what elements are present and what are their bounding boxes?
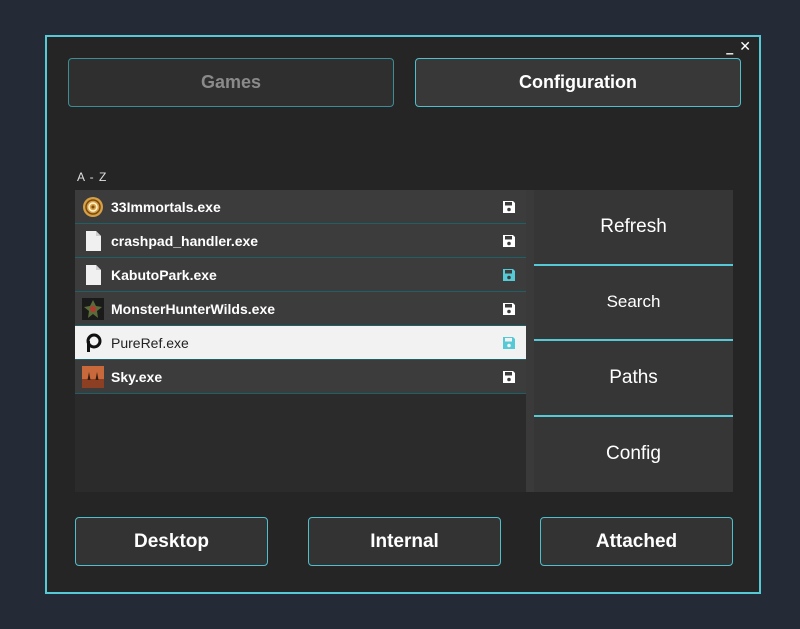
sky-app-icon <box>82 365 104 388</box>
pureref-app-icon <box>82 332 104 354</box>
app-window: _ ✕ Games Configuration A - Z 33Immortal… <box>45 35 761 594</box>
immortals-app-icon <box>82 196 104 218</box>
attached-button[interactable]: Attached <box>540 517 733 566</box>
file-name: MonsterHunterWilds.exe <box>111 300 276 317</box>
save-icon[interactable] <box>502 200 516 214</box>
file-name: 33Immortals.exe <box>111 198 221 215</box>
save-icon[interactable] <box>502 268 516 282</box>
close-button[interactable]: ✕ <box>739 40 751 54</box>
window-controls: _ ✕ <box>726 40 751 54</box>
tab-games[interactable]: Games <box>68 58 394 107</box>
file-row-crashpad[interactable]: crashpad_handler.exe <box>75 224 526 258</box>
save-icon[interactable] <box>502 370 516 384</box>
file-name: crashpad_handler.exe <box>111 232 259 249</box>
desktop-button[interactable]: Desktop <box>75 517 268 566</box>
internal-button[interactable]: Internal <box>308 517 501 566</box>
sort-label[interactable]: A - Z <box>77 170 107 184</box>
file-name: Sky.exe <box>111 368 163 385</box>
side-actions: Refresh Search Paths Config <box>526 190 733 492</box>
minimize-button[interactable]: _ <box>726 40 733 54</box>
file-name: KabutoPark.exe <box>111 266 217 283</box>
refresh-button[interactable]: Refresh <box>534 190 733 266</box>
file-row-monsterhunterwilds[interactable]: MonsterHunterWilds.exe <box>75 292 526 326</box>
file-row-sky[interactable]: Sky.exe <box>75 360 526 394</box>
file-name: PureRef.exe <box>111 334 189 351</box>
file-row-pureref[interactable]: PureRef.exe <box>75 326 526 360</box>
tab-configuration[interactable]: Configuration <box>415 58 741 107</box>
search-button[interactable]: Search <box>534 265 733 341</box>
save-icon[interactable] <box>502 234 516 248</box>
blank-file-icon <box>82 264 104 286</box>
file-row-kabutopark[interactable]: KabutoPark.exe <box>75 258 526 292</box>
monster-hunter-app-icon <box>82 297 104 320</box>
paths-button[interactable]: Paths <box>534 341 733 417</box>
blank-file-icon <box>82 230 104 252</box>
main-panel: 33Immortals.exe crashpad_handler.exe Kab… <box>75 190 733 492</box>
save-icon[interactable] <box>502 336 516 350</box>
save-icon[interactable] <box>502 302 516 316</box>
file-list: 33Immortals.exe crashpad_handler.exe Kab… <box>75 190 526 492</box>
config-button[interactable]: Config <box>534 416 733 492</box>
file-row-33immortals[interactable]: 33Immortals.exe <box>75 190 526 224</box>
